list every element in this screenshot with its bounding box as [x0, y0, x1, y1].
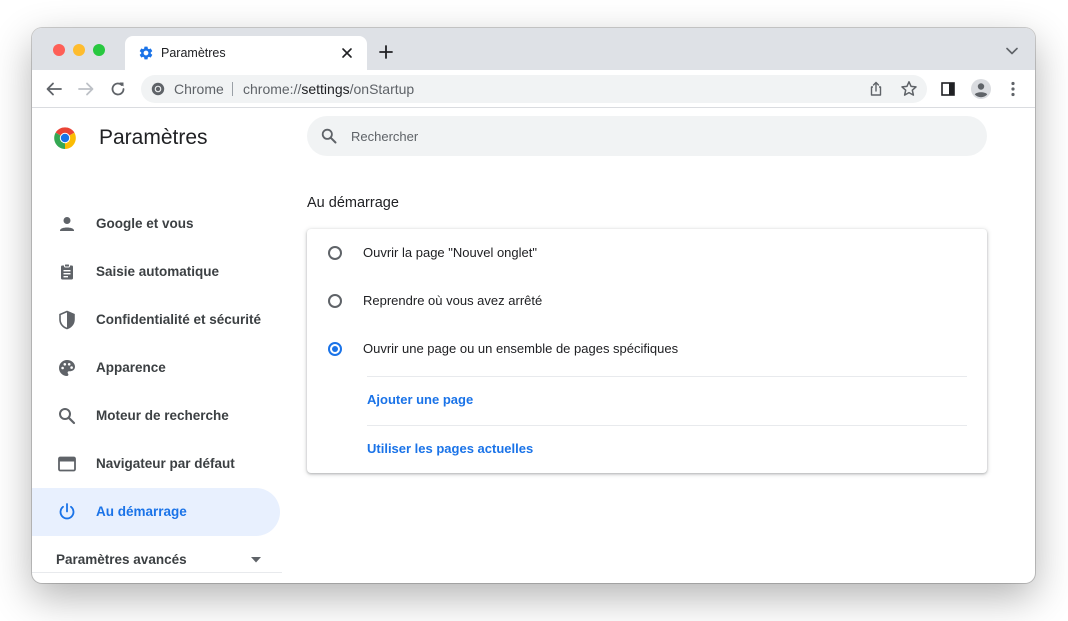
side-panel-icon[interactable]: [940, 81, 956, 97]
option-label: Ouvrir la page "Nouvel onglet": [363, 245, 537, 260]
url-text[interactable]: chrome://settings/onStartup: [243, 81, 414, 97]
option-label: Ouvrir une page ou un ensemble de pages …: [363, 341, 679, 356]
new-tab-plus-icon[interactable]: [379, 45, 393, 59]
minimize-window-button[interactable]: [73, 44, 85, 56]
tab-settings[interactable]: Paramètres: [125, 36, 367, 70]
bookmark-star-icon[interactable]: [900, 80, 918, 98]
advanced-settings-toggle[interactable]: Paramètres avancés: [32, 540, 280, 580]
omnibox-separator: [232, 82, 233, 96]
back-arrow-icon[interactable]: [45, 80, 63, 98]
sidebar-item-navigateur-par-defaut[interactable]: Navigateur par défaut: [32, 440, 280, 488]
tab-title: Paramètres: [161, 46, 226, 60]
gear-icon: [139, 46, 153, 60]
option-label: Reprendre où vous avez arrêté: [363, 293, 543, 308]
sidebar-item-confidentialite[interactable]: Confidentialité et sécurité: [32, 296, 280, 344]
chrome-logo-icon: [54, 127, 76, 149]
close-window-button[interactable]: [53, 44, 65, 56]
sidebar-item-label: Au démarrage: [96, 504, 187, 519]
radio-button[interactable]: [328, 294, 342, 308]
search-input[interactable]: [351, 124, 951, 148]
clipboard-icon: [61, 263, 73, 280]
sidebar-item-label: Apparence: [96, 360, 166, 375]
radio-button-checked[interactable]: [328, 342, 342, 356]
option-new-tab-page[interactable]: Ouvrir la page "Nouvel onglet": [307, 229, 987, 277]
url-path: /onStartup: [349, 81, 415, 97]
startup-options-card: Ouvrir la page "Nouvel onglet" Reprendre…: [307, 229, 987, 473]
palette-icon: [59, 360, 75, 376]
more-vert-icon[interactable]: [1005, 80, 1021, 98]
search-icon: [321, 128, 337, 144]
address-bar[interactable]: Chrome chrome://settings/onStartup: [141, 75, 927, 103]
settings-sidebar: Paramètres Google et vous Saisie automat…: [32, 109, 282, 583]
sidebar-item-saisie-automatique[interactable]: Saisie automatique: [32, 248, 280, 296]
advanced-settings-label: Paramètres avancés: [56, 552, 187, 567]
maximize-window-button[interactable]: [93, 44, 105, 56]
power-icon: [59, 503, 75, 520]
browser-window: Paramètres Chrome chrome://settings/onSt…: [32, 28, 1035, 583]
sidebar-divider: [32, 572, 282, 573]
site-chip: Chrome: [174, 81, 224, 97]
sidebar-item-label: Saisie automatique: [96, 264, 220, 279]
person-icon: [60, 217, 74, 231]
add-page-row: Ajouter une page: [307, 378, 987, 422]
profile-avatar-icon[interactable]: [970, 78, 992, 100]
card-divider: [367, 376, 967, 377]
toolbar: Chrome chrome://settings/onStartup: [32, 70, 1035, 108]
sidebar-item-apparence[interactable]: Apparence: [32, 344, 280, 392]
sidebar-item-label: Moteur de recherche: [96, 408, 229, 423]
url-host: settings: [301, 81, 350, 97]
option-continue-where-left[interactable]: Reprendre où vous avez arrêté: [307, 277, 987, 325]
tab-strip: Paramètres: [32, 28, 1035, 70]
shield-icon: [59, 310, 75, 330]
reload-icon[interactable]: [109, 80, 127, 98]
option-specific-pages[interactable]: Ouvrir une page ou un ensemble de pages …: [307, 325, 987, 373]
search-icon: [59, 408, 76, 425]
settings-search[interactable]: [307, 116, 987, 156]
chrome-icon: [151, 82, 165, 96]
tab-search-chevron-icon[interactable]: [1006, 47, 1018, 55]
url-scheme: chrome://: [243, 81, 302, 97]
use-current-pages-link[interactable]: Utiliser les pages actuelles: [367, 441, 533, 456]
close-icon[interactable]: [340, 46, 354, 60]
sidebar-item-label: Google et vous: [96, 216, 194, 231]
card-divider: [367, 425, 967, 426]
sidebar-item-label: Navigateur par défaut: [96, 456, 235, 471]
sidebar-item-au-demarrage[interactable]: Au démarrage: [32, 488, 280, 536]
sidebar-item-moteur-de-recherche[interactable]: Moteur de recherche: [32, 392, 280, 440]
forward-arrow-icon[interactable]: [77, 80, 95, 98]
page-title: Paramètres: [99, 126, 208, 149]
sidebar-item-google-et-vous[interactable]: Google et vous: [32, 200, 280, 248]
share-icon[interactable]: [868, 81, 884, 97]
sidebar-item-label: Confidentialité et sécurité: [96, 312, 262, 327]
radio-button[interactable]: [328, 246, 342, 260]
browser-window-icon: [58, 456, 76, 472]
section-title: Au démarrage: [307, 195, 399, 211]
caret-down-icon: [251, 557, 261, 563]
use-current-pages-row: Utiliser les pages actuelles: [307, 427, 987, 471]
add-page-link[interactable]: Ajouter une page: [367, 392, 473, 407]
